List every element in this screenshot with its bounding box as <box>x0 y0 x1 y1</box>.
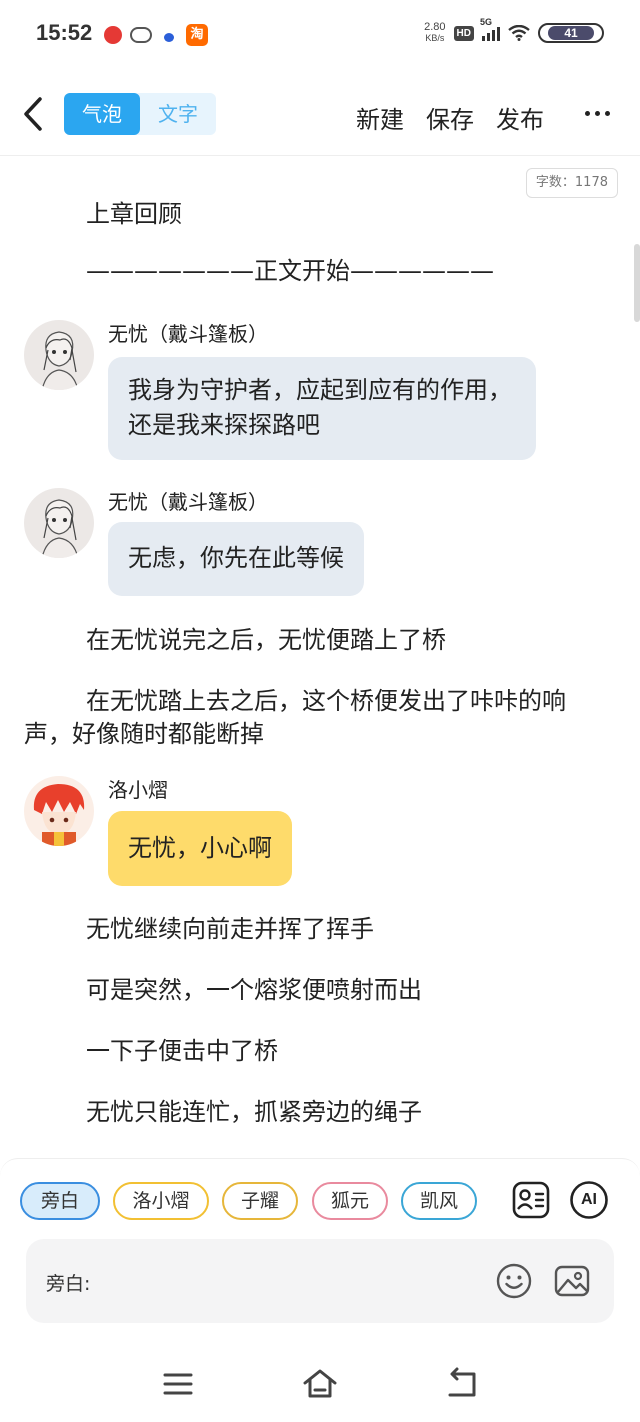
image-icon[interactable] <box>552 1261 592 1301</box>
role-chip-luoxiaoyi[interactable]: 洛小熠 <box>113 1182 209 1220</box>
word-count-badge: 字数：1178 <box>525 168 618 198</box>
speaker-name: 无忧（戴斗篷板） <box>108 490 268 514</box>
sketch-character-icon <box>41 499 79 558</box>
wifi-icon <box>508 25 530 41</box>
system-nav-bar <box>0 1346 640 1422</box>
narration-paragraph[interactable]: 一下子便击中了桥 <box>24 1035 604 1068</box>
signal-icon: 5G <box>480 17 500 41</box>
status-bar: 15:52 淘 2.80 KB/s HD 5G 41 <box>0 0 640 70</box>
narration-paragraph[interactable]: 在无忧说完之后，无忧便踏上了桥 <box>24 624 604 657</box>
message-bubble[interactable]: 我身为守护者，应起到应有的作用，还是我来探探路吧 <box>108 357 536 460</box>
tab-text[interactable]: 文字 <box>140 93 216 135</box>
new-button[interactable]: 新建 <box>356 100 404 135</box>
red-hair-character-icon <box>33 784 85 846</box>
network-type: 5G <box>480 17 493 27</box>
battery-icon: 41 <box>538 23 604 43</box>
back-icon[interactable] <box>444 1366 480 1402</box>
avatar-wuyou[interactable] <box>24 488 94 558</box>
sketch-character-icon <box>41 331 79 390</box>
message-input-box: 旁白: <box>26 1239 614 1323</box>
role-chip-kaifeng[interactable]: 凯风 <box>401 1182 477 1220</box>
more-icon[interactable] <box>585 111 610 116</box>
network-speed-unit: KB/s <box>425 33 445 43</box>
ai-label: AI <box>581 1191 597 1208</box>
editor-header: 气泡 文字 新建 保存 发布 <box>0 80 640 156</box>
network-speed: 2.80 KB/s <box>424 22 445 44</box>
emoji-icon[interactable] <box>494 1261 534 1301</box>
status-indicators: 2.80 KB/s HD 5G 41 <box>424 17 604 44</box>
narration-paragraph[interactable]: 在无忧踏上去之后，这个桥便发出了咔咔的响声，好像随时都能断掉 <box>24 685 604 751</box>
role-chip-ziyao[interactable]: 子耀 <box>222 1182 298 1220</box>
wechat-icon <box>130 27 152 43</box>
header-actions: 新建 保存 发布 <box>356 100 544 135</box>
save-button[interactable]: 保存 <box>426 100 474 135</box>
role-card-icon[interactable] <box>511 1180 551 1220</box>
publish-button[interactable]: 发布 <box>496 100 544 135</box>
status-time: 15:52 <box>36 20 93 45</box>
speaker-name: 洛小熠 <box>108 778 168 802</box>
input-role-label: 旁白: <box>46 1273 91 1295</box>
avatar-luoxiaoyi[interactable] <box>24 776 94 846</box>
menu-icon[interactable] <box>160 1366 196 1402</box>
message-bubble[interactable]: 无虑，你先在此等候 <box>108 522 364 596</box>
weibo-icon <box>104 26 122 44</box>
narration-paragraph[interactable]: 无忧继续向前走并挥了挥手 <box>24 913 604 946</box>
role-chip-narrator[interactable]: 旁白 <box>20 1182 100 1220</box>
avatar-wuyou[interactable] <box>24 320 94 390</box>
taobao-icon: 淘 <box>186 24 208 46</box>
baidu-paw-icon <box>160 27 178 43</box>
battery-level: 41 <box>548 26 594 40</box>
narration-paragraph[interactable]: 无忧只能连忙，抓紧旁边的绳子 <box>24 1096 604 1129</box>
scrollbar[interactable] <box>634 244 640 322</box>
composer-panel: 旁白 洛小熠 子耀 狐元 凯风 AI 旁白: <box>0 1158 640 1346</box>
mode-toggle: 气泡 文字 <box>64 93 216 135</box>
home-icon[interactable] <box>302 1366 338 1402</box>
ai-icon[interactable]: AI <box>569 1180 609 1220</box>
tab-bubble[interactable]: 气泡 <box>64 93 140 135</box>
recap-heading[interactable]: 上章回顾 <box>24 198 604 231</box>
message-input[interactable] <box>102 1265 482 1297</box>
narration-paragraph[interactable]: 可是突然，一个熔浆便喷射而出 <box>24 974 604 1007</box>
network-speed-value: 2.80 <box>424 21 446 33</box>
hd-icon: HD <box>453 25 474 41</box>
notification-icons: 淘 <box>104 24 208 46</box>
role-chip-huyuan[interactable]: 狐元 <box>312 1182 388 1220</box>
back-arrow-icon[interactable] <box>18 94 48 134</box>
chapter-divider[interactable]: ———————正文开始—————— <box>86 255 494 288</box>
message-bubble[interactable]: 无忧，小心啊 <box>108 811 292 886</box>
speaker-name: 无忧（戴斗篷板） <box>108 322 268 346</box>
